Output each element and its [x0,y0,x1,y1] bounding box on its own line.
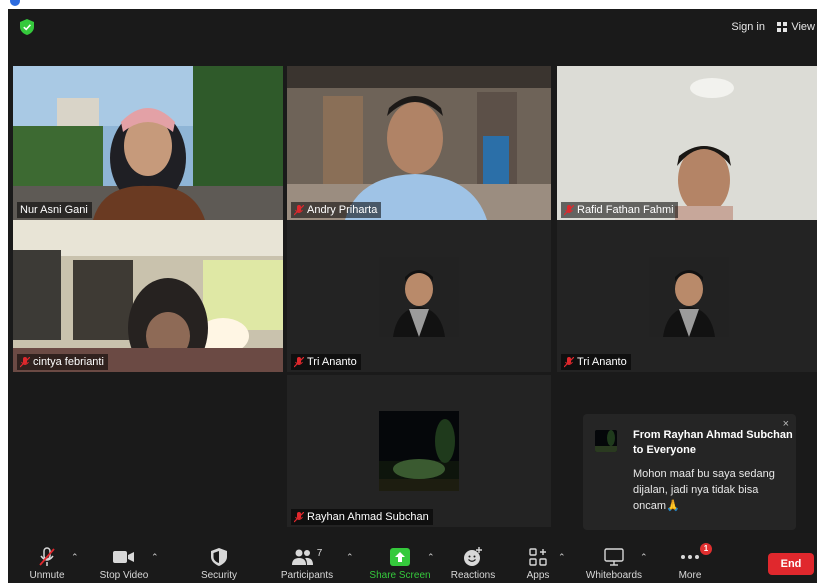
meeting-toolbar: Unmute ⌃ Stop Video ⌃ Security 7 Partici… [8,542,817,583]
avatar [379,257,459,337]
participant-name-label: Rafid Fathan Fahmi [561,202,678,218]
sign-in-link[interactable]: Sign in [731,19,765,35]
share-options-caret[interactable]: ⌃ [427,552,435,563]
unmute-options-caret[interactable]: ⌃ [71,552,79,563]
participant-name-label: Andry Priharta [291,202,382,218]
share-screen-icon [390,548,410,566]
notification-badge: 1 [700,543,712,555]
muted-mic-icon [564,356,574,367]
participant-video [13,66,283,220]
muted-mic-icon [20,356,30,367]
sender-avatar [595,430,617,452]
video-tile-cintya-febrianti[interactable]: cintya febrianti [13,220,283,372]
share-screen-button[interactable]: Share Screen [369,542,431,583]
shield-check-icon[interactable] [20,19,34,35]
participants-icon [291,549,313,565]
video-tile-tri-ananto-2[interactable]: Tri Ananto [557,220,817,372]
participant-name-label: Rayhan Ahmad Subchan [291,509,433,525]
grid-view-icon [777,22,788,32]
whiteboards-options-caret[interactable]: ⌃ [640,552,648,563]
participant-video [13,220,283,372]
video-tile-nur-asni-gani[interactable]: Nur Asni Gani [13,66,283,220]
shield-icon [211,548,227,566]
participant-name-label: cintya febrianti [17,354,108,370]
participants-count: 7 [316,547,323,559]
window-indicator [10,0,20,6]
video-options-caret[interactable]: ⌃ [151,552,159,563]
view-label: View [791,21,815,33]
security-button[interactable]: Security [194,542,244,583]
window-top-strip [0,0,817,9]
video-camera-icon [113,551,134,563]
unmute-button[interactable]: Unmute [22,542,72,583]
zoom-meeting-window: Sign in View Nur Asni Gani Andry Prihart… [8,9,817,583]
participant-name-label: Nur Asni Gani [17,202,92,218]
whiteboard-icon [604,548,624,566]
video-tile-tri-ananto[interactable]: Tri Ananto [287,220,551,372]
muted-mic-icon [294,511,304,522]
video-tile-rafid-fathan-fahmi[interactable]: Rafid Fathan Fahmi [557,66,817,220]
mic-muted-icon [39,547,55,566]
emoji-reaction-icon [464,547,482,566]
more-dots-icon [681,555,699,559]
stop-video-button[interactable]: Stop Video [96,542,152,583]
end-meeting-button[interactable]: End [768,553,814,575]
avatar [379,411,459,491]
chat-sender-line: From Rayhan Ahmad Subchan to Everyone [633,429,793,456]
apps-options-caret[interactable]: ⌃ [558,552,566,563]
participant-video [287,66,551,220]
avatar [649,257,729,337]
video-tile-rayhan-ahmad-subchan[interactable]: Rayhan Ahmad Subchan [287,375,551,527]
video-tile-andry-priharta[interactable]: Andry Priharta [287,66,551,220]
participant-video [557,66,817,220]
participant-name-label: Tri Ananto [291,354,361,370]
participant-name-label: Tri Ananto [561,354,631,370]
participants-button[interactable]: 7 Participants [277,542,337,583]
chat-message-text: Mohon maaf bu saya sedang dijalan, jadi … [633,468,775,512]
muted-mic-icon [294,356,304,367]
chat-notification-popup[interactable]: × From Rayhan Ahmad Subchan to Everyone … [583,414,796,530]
muted-mic-icon [564,204,574,215]
apps-button[interactable]: Apps [521,542,555,583]
view-button[interactable]: View [777,19,815,35]
apps-icon [529,548,547,566]
whiteboards-button[interactable]: Whiteboards [582,542,646,583]
participants-options-caret[interactable]: ⌃ [346,552,354,563]
reactions-button[interactable]: Reactions [448,542,498,583]
muted-mic-icon [294,204,304,215]
